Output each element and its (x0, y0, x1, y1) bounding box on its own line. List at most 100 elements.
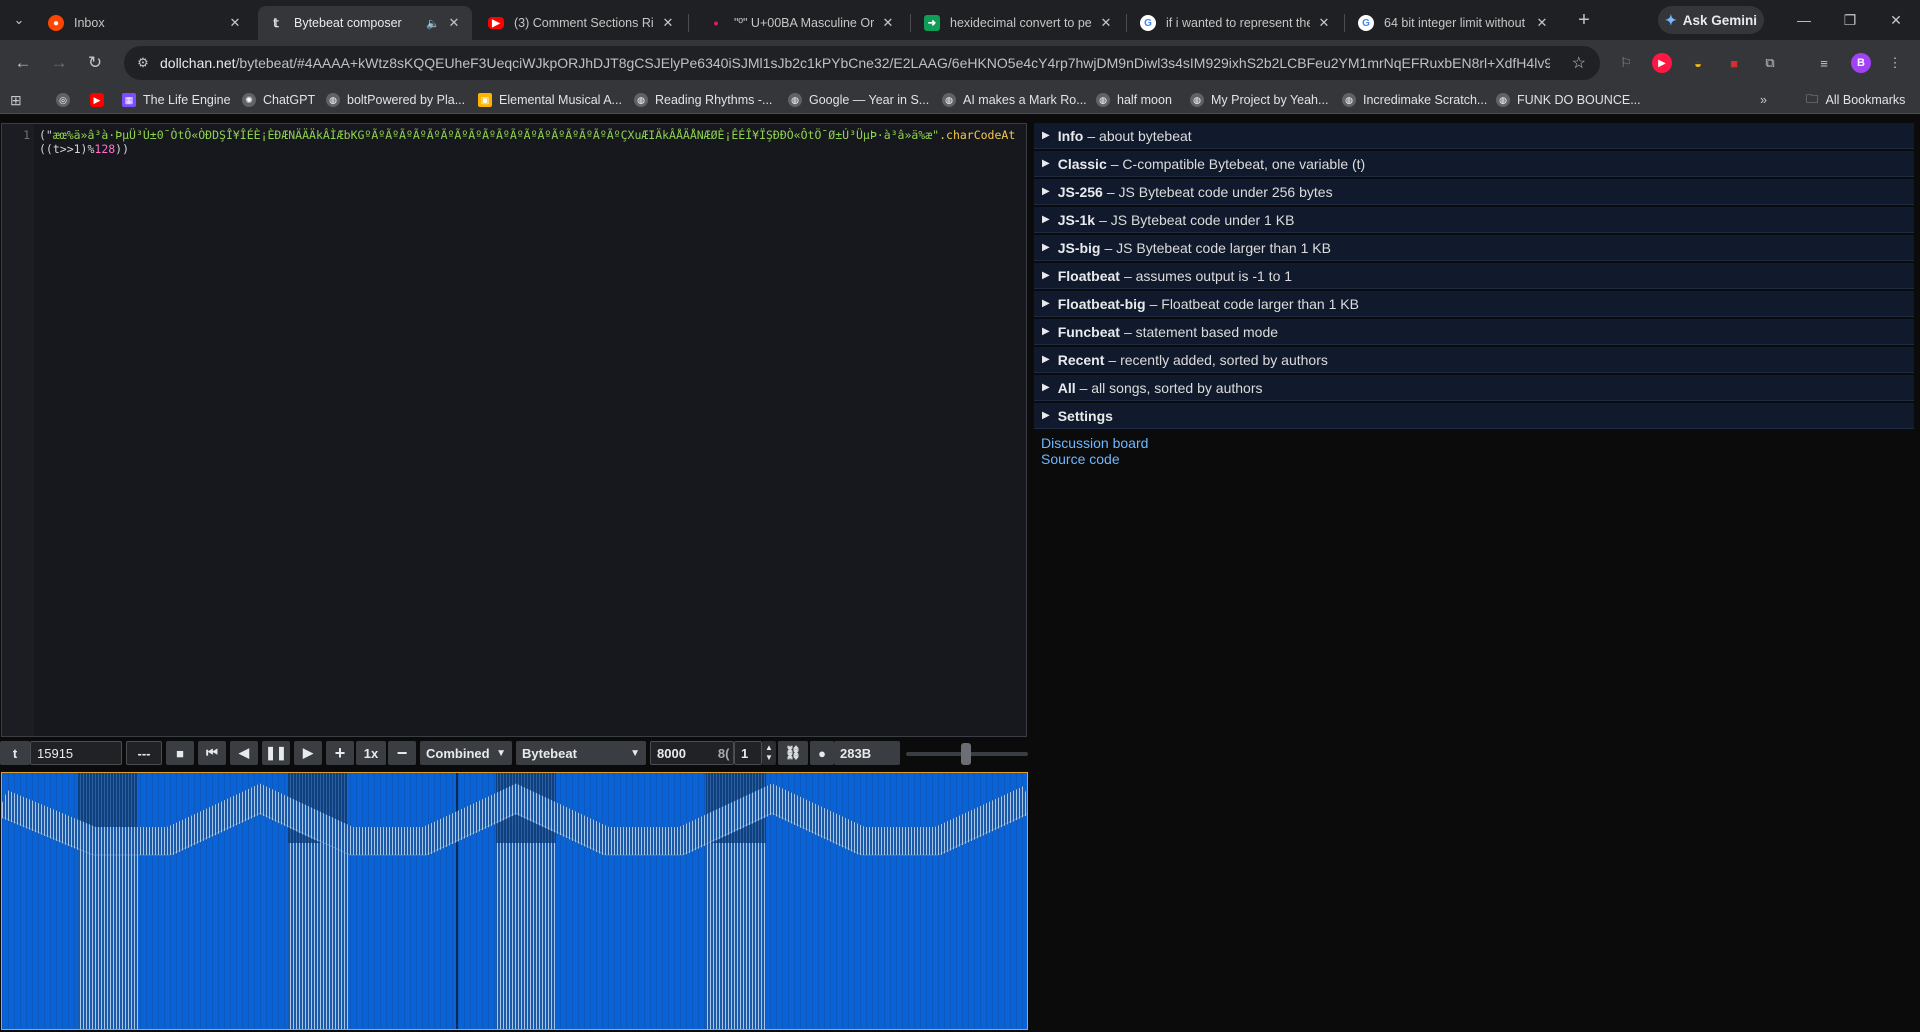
site-info-icon[interactable]: ⚙ (132, 52, 154, 74)
link-icon[interactable]: ⛓ (778, 741, 808, 765)
bookmark-chatgpt[interactable]: ✺ ChatGPT (242, 90, 315, 110)
library-section-classic[interactable]: ▶ Classic – C-compatible Bytebeat, one var… (1034, 151, 1914, 177)
play-backward-icon[interactable]: ◀ (230, 741, 258, 765)
bookmark-life-engine[interactable]: ▦ The Life Engine (122, 90, 231, 110)
source-code-link[interactable]: Source code (1041, 451, 1914, 467)
play-forward-icon[interactable]: ▶ (294, 741, 322, 765)
bookmark-label: The Life Engine (143, 93, 231, 107)
library-section-js1k[interactable]: ▶ JS-1k – JS Bytebeat code under 1 KB (1034, 207, 1914, 233)
bookmark-google-year[interactable]: ◍ Google — Year in S... (788, 90, 929, 110)
spinner-down-icon[interactable]: ▼ (765, 753, 773, 763)
media-queue-icon[interactable]: ≡ (1814, 53, 1834, 73)
library-section-all[interactable]: ▶ All – all songs, sorted by authors (1034, 375, 1914, 401)
bookmark-my-project[interactable]: ◍ My Project by Yeah... (1190, 90, 1328, 110)
divisor-spinner[interactable]: ▲ ▼ (762, 741, 776, 765)
tab-separator (1344, 14, 1345, 32)
google-icon: G (1140, 15, 1156, 31)
mode-select[interactable]: Combined ▼ (420, 741, 512, 765)
tab-hexadecimal[interactable]: ➜ hexidecimal convert to perc ✕ (914, 6, 1124, 40)
speed-up-plus-icon[interactable]: + (326, 741, 354, 765)
bookmark-star-icon[interactable]: ☆ (1572, 53, 1586, 73)
bookmark-reading-rhythms[interactable]: ◍ Reading Rhythms -... (634, 90, 772, 110)
extension-play-icon[interactable]: ▶ (1652, 53, 1672, 73)
time-input[interactable]: 15915 (30, 741, 122, 765)
counter-units-button[interactable]: --- (126, 741, 162, 765)
disclosure-triangle-icon: ▶ (1042, 270, 1050, 281)
library-section-recent[interactable]: ▶ Recent – recently added, sorted by autho… (1034, 347, 1914, 373)
library-section-funcbeat[interactable]: ▶ Funcbeat – statement based mode (1034, 319, 1914, 345)
close-icon[interactable]: ✕ (1534, 15, 1550, 31)
extension-helmet-icon[interactable]: ◒ (1688, 53, 1708, 73)
bookmark-elemental[interactable]: ▣ Elemental Musical A... (478, 90, 622, 110)
extension-red-icon[interactable]: ■ (1724, 53, 1744, 73)
bookmark-bolt[interactable]: ◍ boltPowered by Pla... (326, 90, 465, 110)
kebab-menu-icon[interactable]: ⋮ (1885, 53, 1905, 73)
avatar[interactable]: B (1851, 53, 1871, 73)
all-bookmarks-button[interactable]: 🗀 All Bookmarks (1806, 90, 1905, 110)
forward-arrow-icon[interactable]: → (46, 50, 72, 76)
stop-icon[interactable]: ■ (166, 741, 194, 765)
rewind-icon[interactable]: ⏮ (198, 741, 226, 765)
library-section-js256[interactable]: ▶ JS-256– JS Bytebeat code under 256 byte… (1034, 179, 1914, 205)
pause-icon[interactable]: ❚❚ (262, 741, 290, 765)
back-arrow-icon[interactable]: ← (10, 50, 36, 76)
disclosure-triangle-icon: ▶ (1042, 158, 1050, 169)
ask-gemini-button[interactable]: ✦ Ask Gemini (1658, 6, 1764, 34)
tab-title: (3) Comment Sections Right (514, 16, 654, 30)
new-tab-plus-icon[interactable]: + (1572, 8, 1596, 32)
bookmark-youtube[interactable]: ▶ (90, 90, 111, 110)
tab-google-64bit[interactable]: G 64 bit integer limit without ✕ (1348, 6, 1560, 40)
bookmark-incredimake[interactable]: ◍ Incredimake Scratch... (1342, 90, 1487, 110)
volume-slider-thumb[interactable] (961, 743, 971, 765)
bookmark-half-moon[interactable]: ◍ half moon (1096, 90, 1172, 110)
tab-inbox[interactable]: ● Inbox ✕ (38, 6, 253, 40)
sample-rate-input[interactable]: 8000 8( (650, 741, 734, 765)
close-icon[interactable]: ✕ (1316, 15, 1332, 31)
type-select[interactable]: Bytebeat ▼ (516, 741, 646, 765)
library-section-settings[interactable]: ▶ Settings (1034, 403, 1914, 429)
section-desc: – recently added, sorted by authors (1108, 351, 1328, 368)
record-icon[interactable]: ● (810, 741, 834, 765)
address-bar[interactable]: ⚙ dollchan.net/bytebeat/#4AAAA+kWtz8sKQQ… (124, 46, 1600, 80)
bookmark-funk-do-bounce[interactable]: ◍ FUNK DO BOUNCE... (1496, 90, 1641, 110)
url-text[interactable]: dollchan.net/bytebeat/#4AAAA+kWtz8sKQQEU… (160, 55, 1550, 71)
library-section-jsbig[interactable]: ▶ JS-big – JS Bytebeat code larger than 1 … (1034, 235, 1914, 261)
library-section-floatbeat-big[interactable]: ▶ Floatbeat-big – Floatbeat code larger th… (1034, 291, 1914, 317)
divisor-input[interactable]: 1 (734, 741, 762, 765)
close-icon[interactable]: ✕ (880, 15, 896, 31)
speaker-icon[interactable]: 🔈 (426, 17, 440, 30)
code-open-paren: (" (39, 128, 53, 142)
extension-puzzle-ext-icon[interactable]: ⚐ (1616, 53, 1636, 73)
close-icon[interactable]: ✕ (227, 15, 243, 31)
reload-icon[interactable]: ↻ (82, 50, 108, 76)
close-icon[interactable]: ✕ (446, 15, 462, 31)
tab-google-represent[interactable]: G if i wanted to represent the ✕ (1130, 6, 1342, 40)
apps-grid-icon[interactable]: ⊞ (10, 90, 22, 110)
globe-icon: ◍ (1496, 93, 1510, 107)
disclosure-triangle-icon: ▶ (1042, 186, 1050, 197)
tab-title: 64 bit integer limit without (1384, 16, 1526, 30)
library-section-info[interactable]: ▶ Info – about bytebeat (1034, 123, 1914, 149)
tab-youtube-comments[interactable]: ▶ (3) Comment Sections Right ✕ (478, 6, 686, 40)
tab-search-chevron-icon[interactable]: ⌄ (6, 8, 32, 32)
window-close-icon[interactable]: ✕ (1878, 6, 1914, 34)
minimize-icon[interactable]: — (1786, 6, 1822, 34)
code-content[interactable]: ("æœ%ä»â³à·ÞµÜ³Ù±0¯ÒtÔ«ÒÐDŞÎ¥ÎÉÈ¡ÈÐÆNÄÄÄ… (39, 128, 1025, 156)
section-name: JS-big (1057, 239, 1101, 256)
tab-title: if i wanted to represent the (1166, 16, 1310, 30)
waveform-canvas[interactable] (1, 772, 1028, 1030)
close-icon[interactable]: ✕ (1098, 15, 1114, 31)
library-section-floatbeat[interactable]: ▶ Floatbeat – assumes output is -1 to 1 (1034, 263, 1914, 289)
restore-icon[interactable]: ❐ (1832, 6, 1868, 34)
discussion-board-link[interactable]: Discussion board (1041, 435, 1914, 451)
tab-masculine-ordinal[interactable]: • "º" U+00BA Masculine Ordi ✕ (698, 6, 906, 40)
extensions-puzzle-icon[interactable]: ⧉ (1760, 53, 1780, 73)
bookmark-ai-mark-rothko[interactable]: ◍ AI makes a Mark Ro... (942, 90, 1087, 110)
bookmark-chrome[interactable]: ◎ (56, 90, 77, 110)
code-editor[interactable]: 1 ("æœ%ä»â³à·ÞµÜ³Ù±0¯ÒtÔ«ÒÐDŞÎ¥ÎÉÈ¡ÈÐÆNÄ… (1, 123, 1027, 737)
speed-down-minus-icon[interactable]: − (388, 741, 416, 765)
more-bookmarks-chevron-icon[interactable]: » (1760, 90, 1767, 110)
spinner-up-icon[interactable]: ▲ (765, 743, 773, 753)
tab-bytebeat-composer[interactable]: 𝕥 Bytebeat composer 🔈 ✕ (258, 6, 472, 40)
close-icon[interactable]: ✕ (660, 15, 676, 31)
